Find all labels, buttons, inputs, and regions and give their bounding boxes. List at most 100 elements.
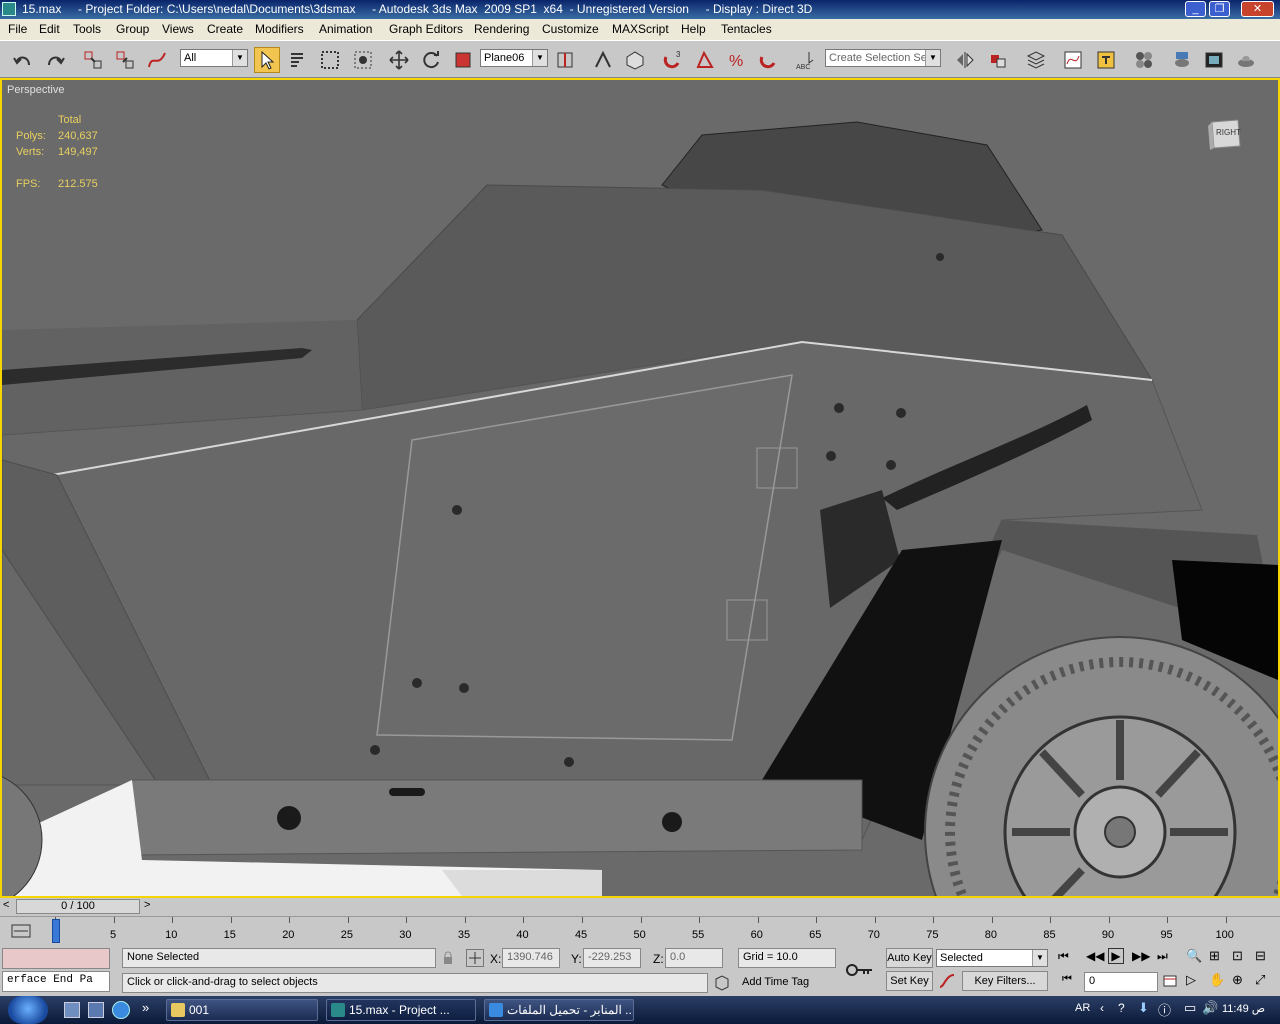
redo-icon[interactable]	[42, 47, 68, 73]
network-tray-icon[interactable]: ⓘ	[1158, 1000, 1171, 1019]
show-desktop-icon[interactable]	[64, 1002, 80, 1018]
default-tangents-icon[interactable]	[938, 972, 956, 990]
clock[interactable]: 11:49 ص	[1222, 1002, 1265, 1015]
align-icon[interactable]	[985, 47, 1011, 73]
snaps-toggle-icon[interactable]: 3	[660, 47, 686, 73]
start-button[interactable]	[8, 996, 48, 1024]
mirror-icon[interactable]	[952, 47, 978, 73]
select-and-link-icon[interactable]	[80, 47, 106, 73]
volume-icon[interactable]: 🔊	[1202, 1000, 1218, 1016]
task-browser[interactable]: ... المنابر - تحميل الملفات	[484, 999, 634, 1021]
quick-launch-more-icon[interactable]: »	[142, 1000, 149, 1015]
rotate-icon[interactable]	[418, 47, 444, 73]
key-mode-dropdown[interactable]: Selected ▼	[936, 949, 1048, 967]
go-to-start-icon[interactable]: ⏮	[1058, 949, 1069, 964]
add-time-tag-button[interactable]: Add Time Tag	[738, 973, 836, 993]
rendered-frame-window-icon[interactable]	[1201, 47, 1227, 73]
select-object-icon[interactable]	[254, 47, 280, 73]
restore-button[interactable]: ❐	[1209, 1, 1230, 17]
y-coordinate-field[interactable]: -229.253	[583, 948, 641, 968]
rectangular-selection-icon[interactable]	[317, 47, 343, 73]
zoom-extents-icon[interactable]: ⊡	[1232, 948, 1243, 964]
material-editor-icon[interactable]	[1131, 47, 1157, 73]
quick-render-icon[interactable]	[1233, 47, 1259, 73]
close-button[interactable]: ✕	[1241, 1, 1274, 17]
bind-to-space-warp-icon[interactable]	[144, 47, 170, 73]
menu-customize[interactable]: Customize	[542, 22, 599, 36]
menu-rendering[interactable]: Rendering	[474, 22, 529, 36]
tray-expand-icon[interactable]: ‹	[1100, 1001, 1104, 1015]
perspective-viewport[interactable]: Perspective Total Polys: 240,637 Verts: …	[0, 78, 1280, 898]
zoom-all-icon[interactable]: ⊞	[1209, 948, 1220, 964]
menu-views[interactable]: Views	[162, 22, 194, 36]
named-selection-sets-dropdown[interactable]: Create Selection Set ▼	[825, 49, 941, 67]
time-slider[interactable]: < 0 / 100 >	[0, 898, 1280, 917]
current-frame-field[interactable]: 0	[1084, 972, 1158, 992]
pan-view-icon[interactable]: ✋	[1209, 972, 1225, 988]
maxscript-mini-listener[interactable]: erface End Pa	[2, 971, 110, 992]
z-coordinate-field[interactable]: 0.0	[665, 948, 723, 968]
play-icon[interactable]: ▶	[1108, 948, 1124, 964]
angle-snap-icon[interactable]	[692, 47, 718, 73]
reference-coordinate-dropdown[interactable]: Plane06 ▼	[480, 49, 548, 67]
field-of-view-icon[interactable]: ▷	[1186, 972, 1196, 988]
menu-edit[interactable]: Edit	[39, 22, 60, 36]
display-tray-icon[interactable]: ▭	[1184, 1000, 1196, 1016]
edit-named-selection-icon[interactable]: ABC	[793, 47, 819, 73]
zoom-icon[interactable]: 🔍	[1186, 948, 1202, 964]
spinner-snap-icon[interactable]	[756, 47, 782, 73]
internet-explorer-icon[interactable]	[112, 1001, 130, 1019]
scale-icon[interactable]	[450, 47, 476, 73]
zoom-extents-all-icon[interactable]: ⊟	[1255, 948, 1266, 964]
viewport-label[interactable]: Perspective	[7, 84, 64, 96]
menu-modifiers[interactable]: Modifiers	[255, 22, 304, 36]
go-to-end-icon[interactable]: ⏭	[1157, 949, 1168, 964]
render-setup-icon[interactable]	[1169, 47, 1195, 73]
select-and-manipulate-icon[interactable]	[590, 47, 616, 73]
menu-file[interactable]: File	[8, 22, 27, 36]
time-configuration-icon[interactable]	[1162, 973, 1178, 989]
task-folder-001[interactable]: 001	[166, 999, 318, 1021]
menu-create[interactable]: Create	[207, 22, 243, 36]
set-key-button[interactable]: Set Key	[886, 971, 933, 991]
orbit-icon[interactable]: ⊕	[1232, 972, 1243, 988]
menu-maxscript[interactable]: MAXScript	[612, 22, 669, 36]
time-slider-thumb[interactable]: 0 / 100	[16, 899, 140, 914]
percent-snap-icon[interactable]: %	[724, 47, 750, 73]
x-coordinate-field[interactable]: 1390.746	[502, 948, 560, 968]
menu-tools[interactable]: Tools	[73, 22, 101, 36]
slider-next-icon[interactable]: >	[144, 899, 150, 911]
menu-help[interactable]: Help	[681, 22, 706, 36]
language-indicator[interactable]: AR	[1075, 1002, 1090, 1014]
layer-manager-icon[interactable]	[1023, 47, 1049, 73]
help-tray-icon[interactable]: ?	[1118, 1001, 1125, 1015]
menu-tentacles[interactable]: Tentacles	[721, 22, 772, 36]
auto-key-button[interactable]: Auto Key	[886, 948, 933, 968]
unlink-selection-icon[interactable]	[112, 47, 138, 73]
time-tag-icon[interactable]	[713, 974, 731, 992]
schematic-view-icon[interactable]	[1093, 47, 1119, 73]
undo-icon[interactable]	[10, 47, 36, 73]
selection-filter-dropdown[interactable]: All ▼	[180, 49, 248, 67]
key-filters-button[interactable]: Key Filters...	[962, 971, 1048, 991]
slider-prev-icon[interactable]: <	[3, 899, 9, 911]
maxscript-mini-listener-top[interactable]	[2, 948, 110, 969]
move-icon[interactable]	[386, 47, 412, 73]
absolute-mode-icon[interactable]	[466, 949, 484, 967]
menu-graph-editors[interactable]: Graph Editors	[389, 22, 463, 36]
maximize-viewport-icon[interactable]: ⤢	[1255, 972, 1265, 988]
select-by-name-icon[interactable]	[285, 47, 311, 73]
window-crossing-icon[interactable]	[350, 47, 376, 73]
task-3dsmax[interactable]: 15.max - Project ...	[326, 999, 476, 1021]
lock-icon[interactable]	[441, 951, 455, 965]
key-mode-toggle-icon[interactable]: ⏮	[1062, 973, 1072, 986]
next-frame-icon[interactable]: ▶▶	[1132, 949, 1150, 963]
set-keys-icon[interactable]	[842, 955, 876, 985]
previous-frame-icon[interactable]: ◀◀	[1086, 949, 1104, 963]
switch-windows-icon[interactable]	[88, 1002, 104, 1018]
viewcube[interactable]: RIGHT	[1206, 116, 1244, 152]
pivot-center-icon[interactable]	[552, 47, 578, 73]
download-tray-icon[interactable]: ⬇	[1138, 1000, 1149, 1016]
current-frame-marker[interactable]	[52, 919, 60, 943]
menu-group[interactable]: Group	[116, 22, 149, 36]
